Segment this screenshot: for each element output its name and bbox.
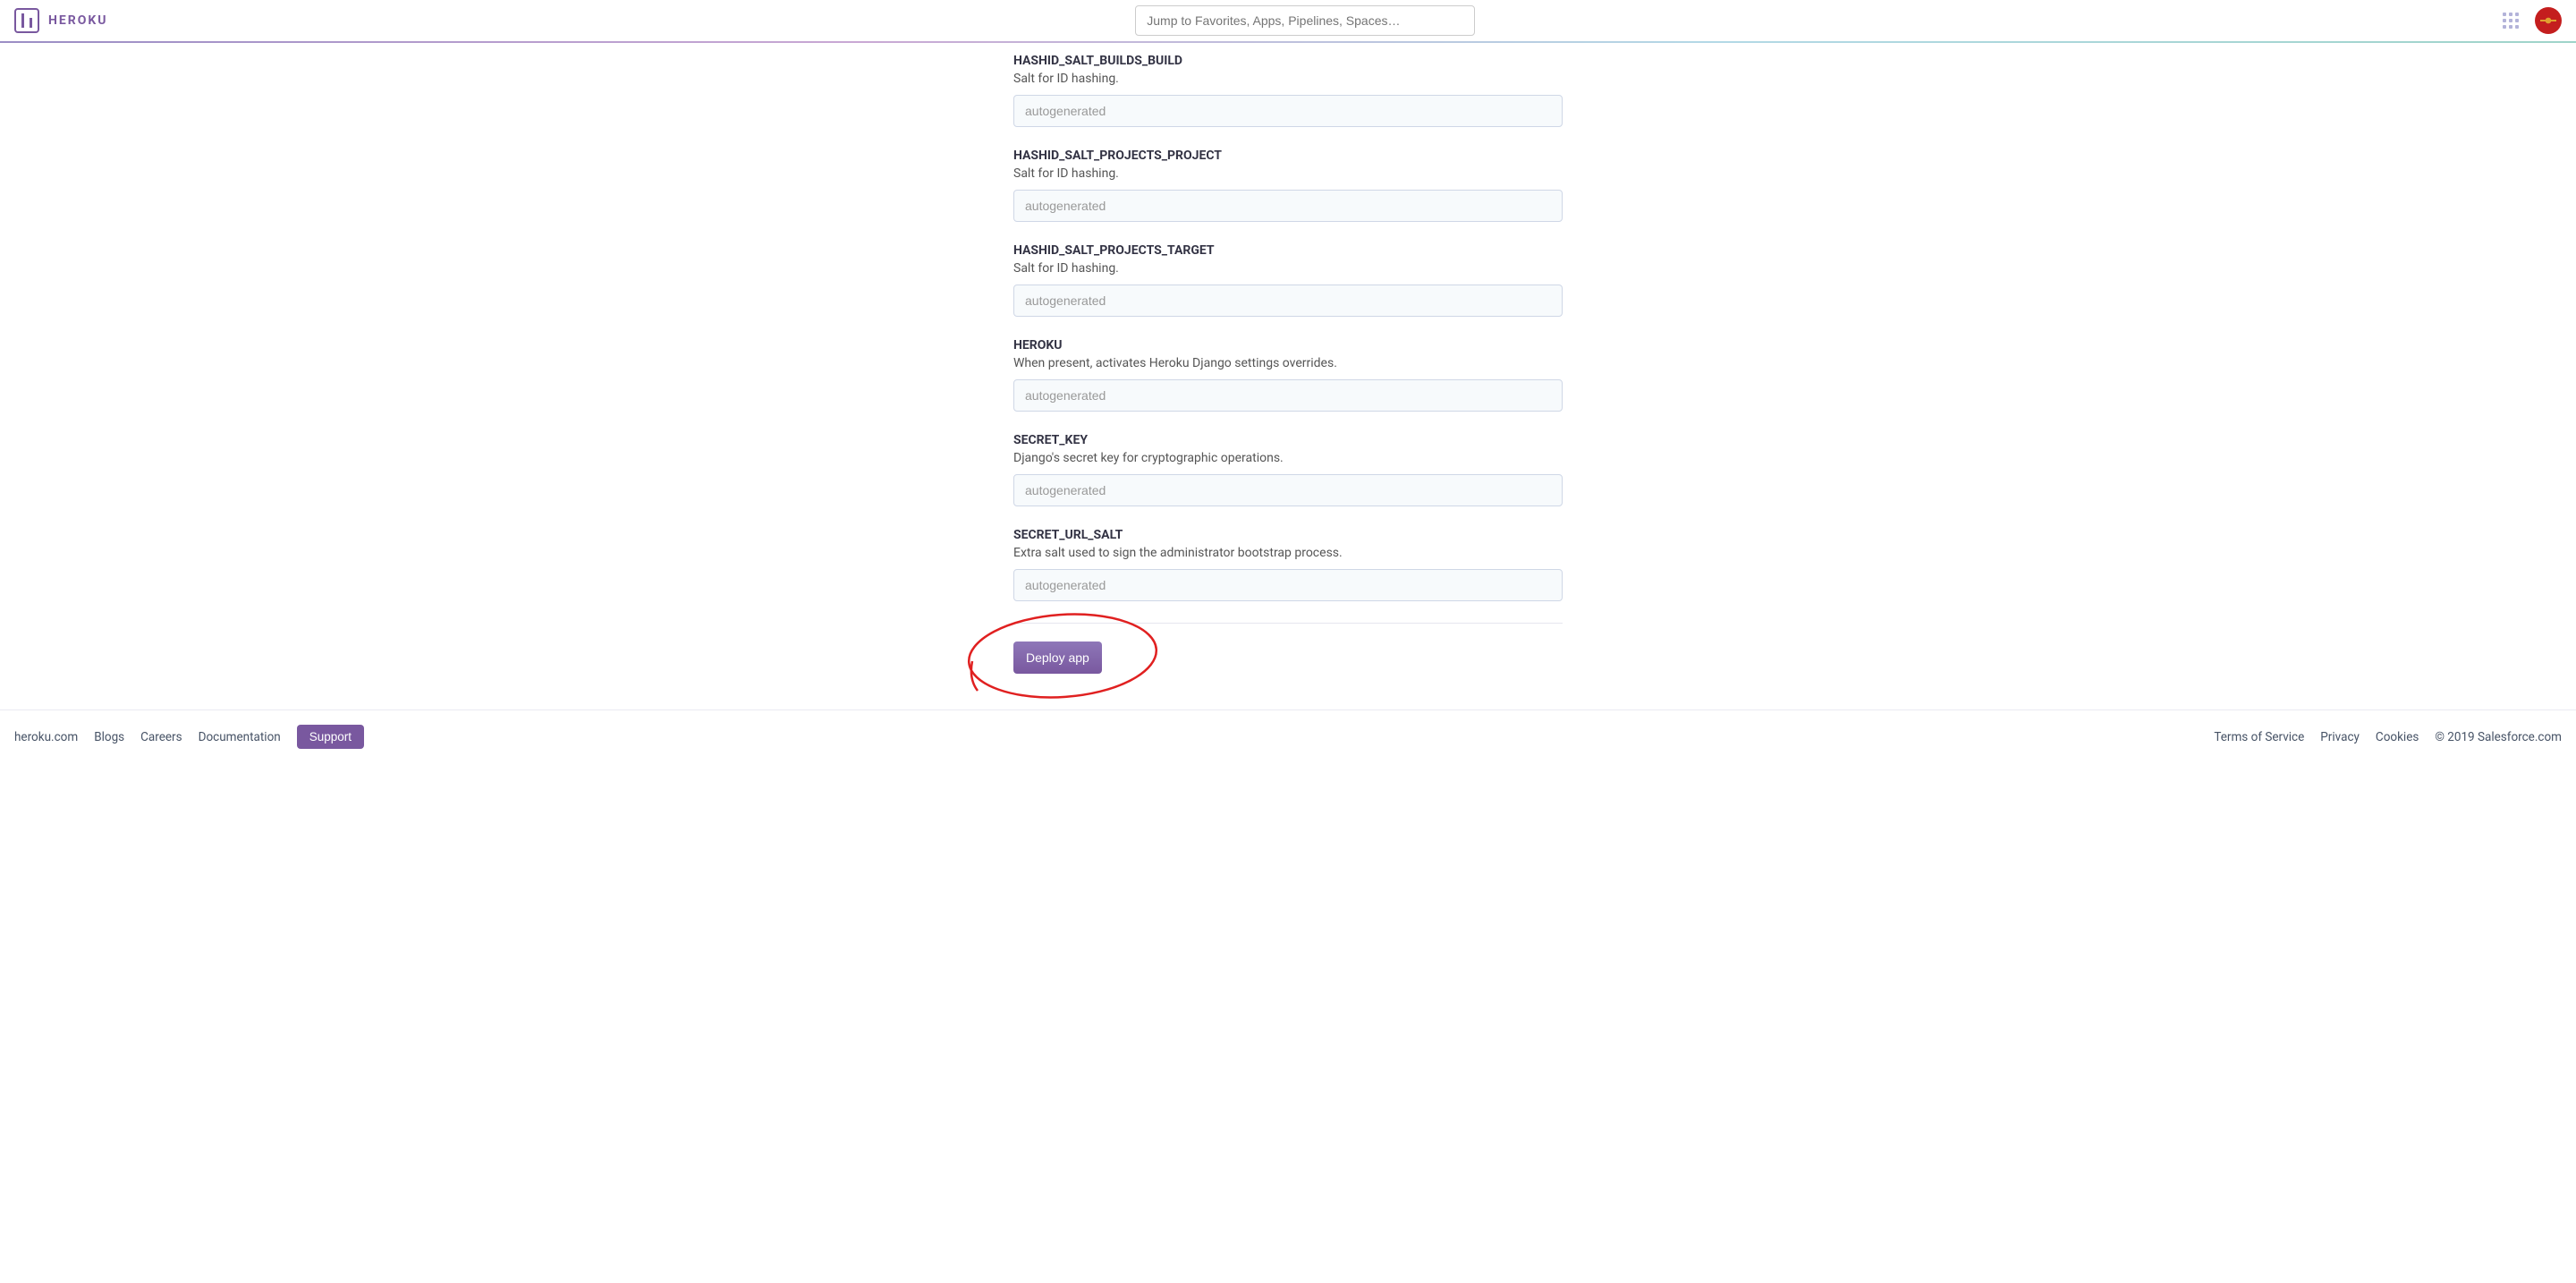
config-var: SECRET_URL_SALT Extra salt used to sign …	[1013, 528, 1563, 601]
header: HEROKU	[0, 0, 2576, 43]
support-button[interactable]: Support	[297, 725, 364, 749]
config-var-desc: When present, activates Heroku Django se…	[1013, 356, 1563, 370]
config-var-name: HASHID_SALT_PROJECTS_PROJECT	[1013, 149, 1563, 163]
search-container	[108, 5, 2503, 36]
config-var-desc: Extra salt used to sign the administrato…	[1013, 546, 1563, 560]
footer-link-cookies[interactable]: Cookies	[2376, 730, 2419, 744]
config-var: HEROKU When present, activates Heroku Dj…	[1013, 338, 1563, 412]
config-var-name: HASHID_SALT_BUILDS_BUILD	[1013, 54, 1563, 68]
footer-link-documentation[interactable]: Documentation	[199, 730, 281, 744]
config-var-desc: Salt for ID hashing.	[1013, 166, 1563, 181]
main-content: HASHID_SALT_BUILDS_BUILD Salt for ID has…	[1013, 43, 1563, 709]
footer-left: heroku.com Blogs Careers Documentation S…	[14, 725, 364, 749]
header-right	[2503, 7, 2562, 34]
footer-link-careers[interactable]: Careers	[140, 730, 182, 744]
config-var-name: HASHID_SALT_PROJECTS_TARGET	[1013, 243, 1563, 258]
footer: heroku.com Blogs Careers Documentation S…	[0, 709, 2576, 763]
deploy-button[interactable]: Deploy app	[1013, 642, 1102, 674]
logo-container[interactable]: HEROKU	[14, 8, 108, 33]
footer-right: Terms of Service Privacy Cookies © 2019 …	[2214, 730, 2562, 744]
avatar[interactable]	[2535, 7, 2562, 34]
config-var: SECRET_KEY Django's secret key for crypt…	[1013, 433, 1563, 506]
config-var: HASHID_SALT_PROJECTS_TARGET Salt for ID …	[1013, 243, 1563, 317]
config-var-input[interactable]	[1013, 569, 1563, 601]
deploy-section: Deploy app	[1013, 642, 1563, 674]
divider	[1013, 623, 1563, 624]
config-var-input[interactable]	[1013, 285, 1563, 317]
footer-link-heroku[interactable]: heroku.com	[14, 730, 78, 744]
config-var: HASHID_SALT_PROJECTS_PROJECT Salt for ID…	[1013, 149, 1563, 222]
config-var-name: SECRET_URL_SALT	[1013, 528, 1563, 542]
copyright: © 2019 Salesforce.com	[2435, 730, 2562, 744]
config-var-name: SECRET_KEY	[1013, 433, 1563, 447]
footer-link-terms[interactable]: Terms of Service	[2214, 730, 2304, 744]
apps-grid-icon[interactable]	[2503, 13, 2519, 29]
config-var-name: HEROKU	[1013, 338, 1563, 353]
search-input[interactable]	[1135, 5, 1475, 36]
config-var-desc: Salt for ID hashing.	[1013, 72, 1563, 86]
config-var-desc: Django's secret key for cryptographic op…	[1013, 451, 1563, 465]
heroku-logo-icon	[14, 8, 39, 33]
footer-link-blogs[interactable]: Blogs	[94, 730, 124, 744]
config-var: HASHID_SALT_BUILDS_BUILD Salt for ID has…	[1013, 54, 1563, 127]
config-var-input[interactable]	[1013, 190, 1563, 222]
footer-link-privacy[interactable]: Privacy	[2320, 730, 2360, 744]
config-var-input[interactable]	[1013, 379, 1563, 412]
logo-text: HEROKU	[48, 13, 108, 28]
config-var-input[interactable]	[1013, 95, 1563, 127]
config-var-desc: Salt for ID hashing.	[1013, 261, 1563, 276]
config-var-input[interactable]	[1013, 474, 1563, 506]
